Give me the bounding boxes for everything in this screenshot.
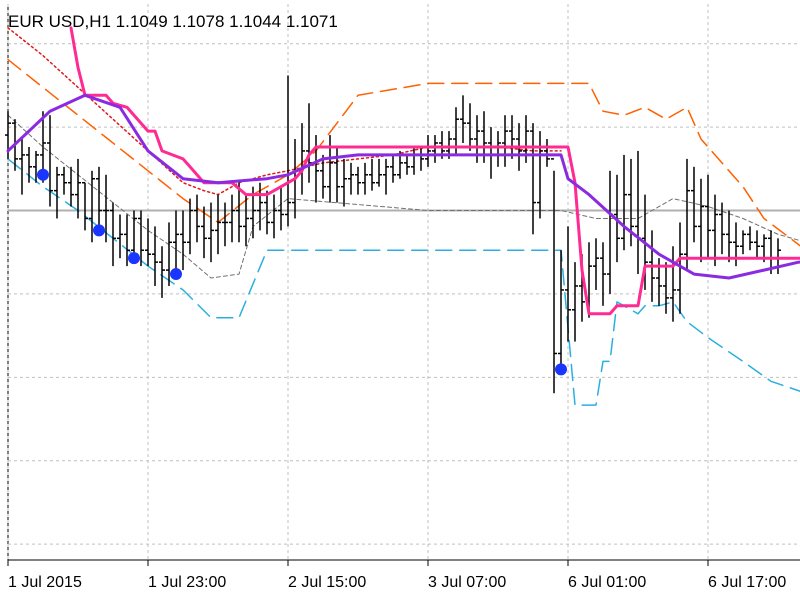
chart-container: 1 Jul 2015 1 Jul 23:00 2 Jul 15:00 3 Jul 07… — [0, 0, 800, 600]
signal-dot-1 — [93, 224, 105, 237]
x-tick-label-0: 1 Jul 2015 — [8, 574, 82, 591]
red-dotted-line — [7, 27, 562, 196]
chart-title: EUR USD,H1 1.1049 1.1078 1.1044 1.1071 — [8, 12, 338, 31]
price-chart: 1 Jul 2015 1 Jul 23:00 2 Jul 15:00 3 Jul 07… — [5, 4, 800, 591]
x-tick-label-3: 3 Jul 07:00 — [428, 574, 506, 591]
signal-dot-3 — [170, 268, 182, 281]
x-tick-label-4: 6 Jul 01:00 — [568, 574, 646, 591]
signal-dot-4 — [555, 363, 567, 376]
signal-dot-0 — [37, 168, 49, 181]
x-tick-label-5: 6 Jul 17:00 — [708, 574, 786, 591]
signal-dot-2 — [128, 252, 140, 265]
x-tick-label-1: 1 Jul 23:00 — [148, 574, 226, 591]
x-tick-label-2: 2 Jul 15:00 — [288, 574, 366, 591]
cyan-dashed-line — [7, 158, 800, 406]
